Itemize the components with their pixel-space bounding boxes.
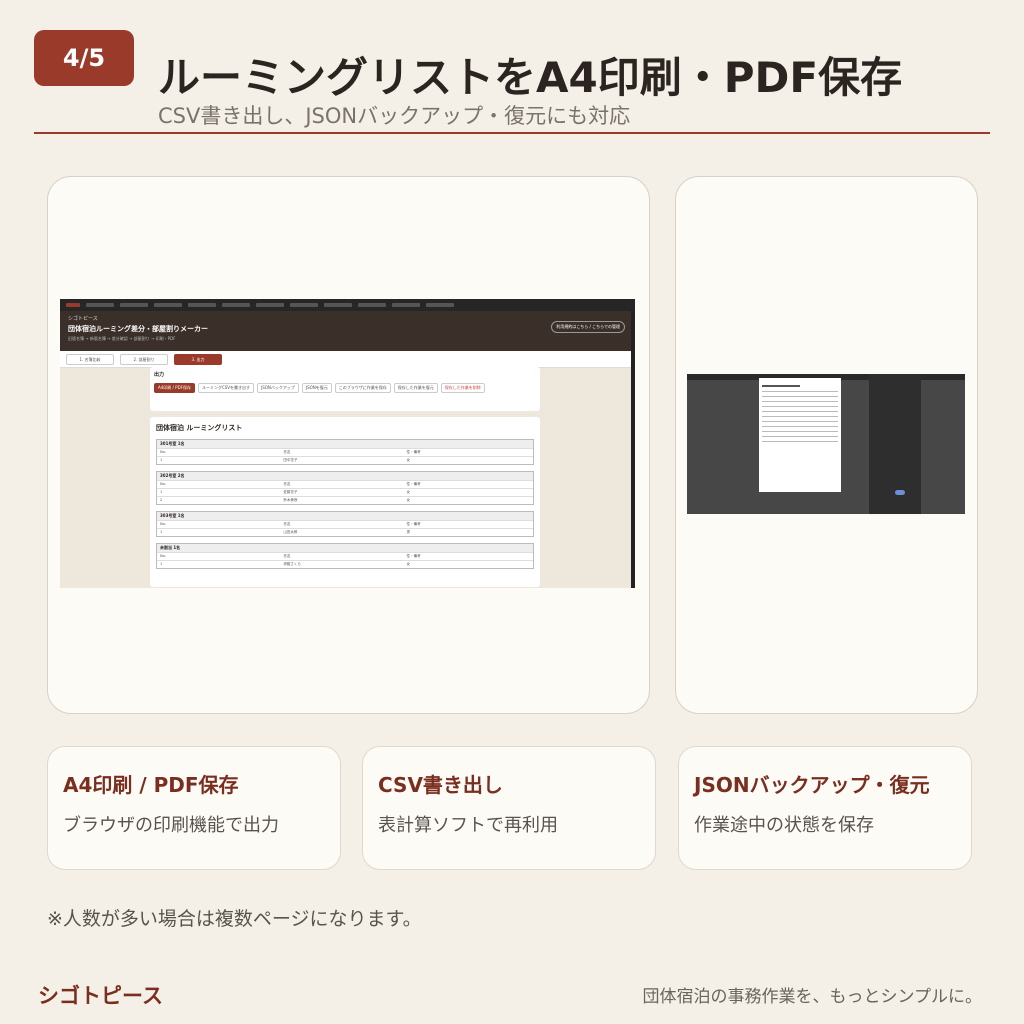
- room-heading: 301号室 1名: [157, 440, 533, 448]
- column-header: No.: [160, 450, 166, 454]
- app-title: 団体宿泊ルーミング差分・部屋割りメーカー: [68, 325, 208, 333]
- room-heading: 303号室 1名: [157, 512, 533, 520]
- table-cell: 伊藤さくら: [283, 562, 301, 566]
- column-header: 性・備考: [406, 554, 421, 558]
- feature-desc: ブラウザの印刷機能で出力: [63, 815, 279, 836]
- column-header: No.: [160, 522, 166, 526]
- column-header: 氏名: [283, 554, 291, 558]
- feature-desc: 作業途中の状態を保存: [694, 815, 874, 836]
- feature-title: CSV書き出し: [378, 773, 503, 797]
- page-badge: 4/5: [34, 30, 134, 86]
- table-row: 1 伊藤さくら 女: [157, 560, 533, 568]
- print-preview-screenshot: [687, 374, 965, 514]
- output-panel: 出力 A4印刷 / PDF保存 ルーミングCSVを書き出す JSONバックアップ…: [150, 367, 540, 411]
- scrollbar[interactable]: [631, 311, 635, 588]
- table-cell: 女: [406, 490, 411, 494]
- feature-title: JSONバックアップ・復元: [694, 773, 930, 797]
- table-cell: 佐藤花子: [283, 490, 298, 494]
- table-row: 1 山田太郎 男: [157, 528, 533, 536]
- room-heading: 未割当 1名: [157, 544, 533, 552]
- table-header-row: No. 氏名 性・備考: [157, 448, 533, 456]
- header-button[interactable]: 利用規約はこちら / こちらでの管理: [551, 321, 625, 333]
- room-block: 未割当 1名 No. 氏名 性・備考 1 伊藤さくら 女: [156, 543, 534, 569]
- print-preview-card: [675, 176, 978, 714]
- room-block: 303号室 1名 No. 氏名 性・備考 1 山田太郎 男: [156, 511, 534, 537]
- export-csv-button[interactable]: ルーミングCSVを書き出す: [197, 383, 255, 393]
- app-brand: シゴトピース: [68, 316, 98, 322]
- output-heading: 出力: [154, 372, 165, 378]
- rooming-list-preview: 団体宿泊 ルーミングリスト 301号室 1名 No. 氏名 性・備考 1 田中花子女 302…: [150, 417, 540, 587]
- room-heading: 302号室 2名: [157, 472, 533, 480]
- column-header: 氏名: [283, 450, 291, 454]
- print-pdf-button[interactable]: A4印刷 / PDF保存: [154, 383, 195, 393]
- table-cell: 男: [406, 530, 411, 534]
- title-divider: [34, 132, 990, 134]
- table-cell: 女: [406, 562, 411, 566]
- table-header-row: No. 氏名 性・備考: [157, 520, 533, 528]
- table-cell: 女: [406, 498, 411, 502]
- column-header: No.: [160, 554, 166, 558]
- delete-saved-button[interactable]: 保存した作業を削除: [440, 383, 485, 393]
- table-cell: 山田太郎: [283, 530, 298, 534]
- app-screenshot: シゴトピース 団体宿泊ルーミング差分・部屋割りメーカー 旧版名簿 → 新版名簿 …: [60, 299, 635, 588]
- table-cell: 鈴木美咲: [283, 498, 298, 502]
- feature-card-json: JSONバックアップ・復元 作業途中の状態を保存: [678, 746, 972, 870]
- table-cell: 女: [406, 458, 411, 462]
- page-title: ルーミングリストをA4印刷・PDF保存: [158, 53, 903, 102]
- feature-card-print: A4印刷 / PDF保存 ブラウザの印刷機能で出力: [47, 746, 341, 870]
- room-block: 302号室 2名 No. 氏名 性・備考 1 佐藤花子女 2 鈴木美咲女: [156, 471, 534, 505]
- print-confirm-button[interactable]: [895, 490, 905, 495]
- page-subtitle: CSV書き出し、JSONバックアップ・復元にも対応: [158, 104, 631, 128]
- footer-brand: シゴトピース: [38, 984, 163, 1008]
- footer-tagline: 団体宿泊の事務作業を、もっとシンプルに。: [642, 987, 983, 1007]
- table-cell: 田中花子: [283, 458, 298, 462]
- browser-tab-bar: [60, 299, 635, 311]
- feature-title: A4印刷 / PDF保存: [63, 773, 239, 797]
- footnote: ※人数が多い場合は複数ページになります。: [47, 908, 422, 930]
- table-cell: 1: [160, 490, 163, 494]
- column-header: 氏名: [283, 482, 291, 486]
- table-cell: 1: [160, 562, 163, 566]
- feature-desc: 表計算ソフトで再利用: [378, 815, 558, 836]
- column-header: 性・備考: [406, 450, 421, 454]
- print-page-preview: [759, 378, 841, 492]
- table-header-row: No. 氏名 性・備考: [157, 480, 533, 488]
- json-backup-button[interactable]: JSONバックアップ: [257, 383, 299, 393]
- list-title: 団体宿泊 ルーミングリスト: [156, 424, 243, 432]
- column-header: 性・備考: [406, 522, 421, 526]
- tab-step-3[interactable]: 3. 出力: [174, 353, 222, 365]
- table-row: 1 田中花子 女: [157, 456, 533, 464]
- table-row: 1 佐藤花子 女: [157, 488, 533, 496]
- column-header: 性・備考: [406, 482, 421, 486]
- feature-card-csv: CSV書き出し 表計算ソフトで再利用: [362, 746, 656, 870]
- json-restore-button[interactable]: JSONを復元: [301, 383, 332, 393]
- app-subtitle: 旧版名簿 → 新版名簿 → 差分確認 → 部屋割り → 印刷・PDF: [68, 336, 176, 341]
- table-row: 2 鈴木美咲 女: [157, 496, 533, 504]
- table-cell: 2: [160, 498, 163, 502]
- step-tabs: 1. 名簿比較 2. 部屋割り 3. 出力: [60, 351, 635, 368]
- column-header: 氏名: [283, 522, 291, 526]
- table-cell: 1: [160, 530, 163, 534]
- table-header-row: No. 氏名 性・備考: [157, 552, 533, 560]
- app-header: シゴトピース 団体宿泊ルーミング差分・部屋割りメーカー 旧版名簿 → 新版名簿 …: [60, 311, 635, 351]
- main-screenshot-card: シゴトピース 団体宿泊ルーミング差分・部屋割りメーカー 旧版名簿 → 新版名簿 …: [47, 176, 650, 714]
- room-block: 301号室 1名 No. 氏名 性・備考 1 田中花子 女: [156, 439, 534, 465]
- column-header: No.: [160, 482, 166, 486]
- save-browser-button[interactable]: このブラウザに作業を保存: [334, 383, 391, 393]
- tab-step-1[interactable]: 1. 名簿比較: [66, 353, 114, 365]
- table-cell: 1: [160, 458, 163, 462]
- restore-saved-button[interactable]: 保存した作業を復元: [393, 383, 438, 393]
- tab-step-2[interactable]: 2. 部屋割り: [120, 353, 168, 365]
